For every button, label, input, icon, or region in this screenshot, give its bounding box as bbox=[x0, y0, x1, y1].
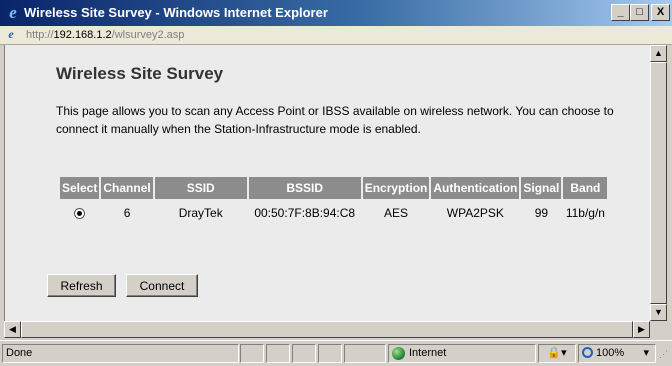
header-select: Select bbox=[60, 177, 100, 199]
encryption-cell: AES bbox=[384, 206, 409, 220]
page-title: Wireless Site Survey bbox=[56, 64, 224, 83]
minimize-button[interactable]: _ bbox=[611, 4, 630, 21]
address-url[interactable]: http://192.168.1.2/wlsurvey2.asp bbox=[26, 28, 184, 42]
url-host: 192.168.1.2 bbox=[53, 29, 112, 41]
status-text: Done bbox=[2, 344, 239, 363]
status-pane-empty-3 bbox=[292, 344, 316, 363]
signal-cell: 99 bbox=[534, 206, 549, 220]
page-content: Wireless Site Survey This page allows yo… bbox=[4, 45, 651, 321]
channel-cell: 6 bbox=[123, 206, 131, 220]
security-zone[interactable]: Internet bbox=[388, 344, 536, 363]
resize-grip-icon[interactable]: ⋰ bbox=[659, 348, 671, 360]
select-cell bbox=[60, 201, 99, 225]
authentication-cell: WPA2PSK bbox=[446, 206, 504, 220]
header-ssid: SSID bbox=[154, 177, 247, 199]
bssid-cell: 00:50:7F:8B:94:C8 bbox=[254, 206, 356, 220]
refresh-button[interactable]: Refresh bbox=[47, 274, 116, 297]
status-pane-empty-5 bbox=[344, 344, 386, 363]
scroll-down-arrow-icon[interactable]: ▼ bbox=[650, 304, 667, 321]
zoom-control[interactable]: 100% ▾ bbox=[578, 344, 656, 363]
ssid-cell: DrayTek bbox=[178, 206, 223, 220]
internet-globe-icon bbox=[392, 346, 405, 360]
close-button[interactable]: X bbox=[651, 4, 670, 21]
zoom-dropdown-icon[interactable]: ▾ bbox=[643, 345, 649, 362]
zone-label: Internet bbox=[409, 347, 447, 359]
table-header-row: Select Channel SSID BSSID Encryption Aut… bbox=[60, 177, 608, 199]
band-cell: 11b/g/n bbox=[565, 206, 605, 220]
horizontal-scroll-thumb[interactable] bbox=[21, 321, 633, 338]
window-title: Wireless Site Survey - Windows Internet … bbox=[24, 5, 328, 20]
vertical-scrollbar[interactable]: ▲ ▼ bbox=[650, 45, 667, 321]
status-pane-empty-2 bbox=[266, 344, 290, 363]
scroll-up-arrow-icon[interactable]: ▲ bbox=[650, 45, 667, 62]
header-signal: Signal bbox=[521, 177, 562, 199]
protected-mode-button[interactable]: 🔒▾ bbox=[538, 344, 576, 363]
scroll-right-arrow-icon[interactable]: ▶ bbox=[633, 321, 650, 338]
page-description: This page allows you to scan any Access … bbox=[56, 104, 614, 136]
maximize-button[interactable]: □ bbox=[630, 4, 649, 21]
site-survey-table: Select Channel SSID BSSID Encryption Aut… bbox=[58, 175, 609, 227]
status-pane-empty-4 bbox=[318, 344, 342, 363]
url-path: /wlsurvey2.asp bbox=[111, 29, 185, 41]
header-band: Band bbox=[563, 177, 608, 199]
page-icon: e bbox=[8, 27, 14, 41]
horizontal-scrollbar[interactable]: ◀ ▶ bbox=[4, 321, 650, 338]
zoom-level: 100% bbox=[596, 347, 625, 359]
scroll-left-arrow-icon[interactable]: ◀ bbox=[4, 321, 21, 338]
ie-logo-icon: e bbox=[9, 3, 17, 22]
table-row: 6 DrayTek 00:50:7F:8B:94:C8 AES WPA2PSK … bbox=[60, 201, 607, 225]
select-radio[interactable] bbox=[74, 208, 86, 220]
title-bar[interactable]: e Wireless Site Survey - Windows Interne… bbox=[0, 0, 672, 26]
magnifier-icon bbox=[582, 346, 593, 358]
address-bar[interactable]: e http://192.168.1.2/wlsurvey2.asp bbox=[0, 26, 672, 45]
url-scheme: http:// bbox=[26, 29, 54, 41]
header-encryption: Encryption bbox=[362, 177, 430, 199]
browser-window: e Wireless Site Survey - Windows Interne… bbox=[0, 0, 672, 366]
status-pane-empty-1 bbox=[240, 344, 264, 363]
radio-selected-dot bbox=[77, 211, 83, 217]
header-channel: Channel bbox=[101, 177, 153, 199]
connect-button[interactable]: Connect bbox=[126, 274, 198, 297]
status-bar: Done Internet 🔒▾ 100% ▾ ⋰ bbox=[0, 340, 672, 366]
scrollbar-corner bbox=[650, 321, 667, 338]
header-bssid: BSSID bbox=[248, 177, 361, 199]
header-authentication: Authentication bbox=[431, 177, 520, 199]
vertical-scroll-thumb[interactable] bbox=[650, 62, 667, 304]
